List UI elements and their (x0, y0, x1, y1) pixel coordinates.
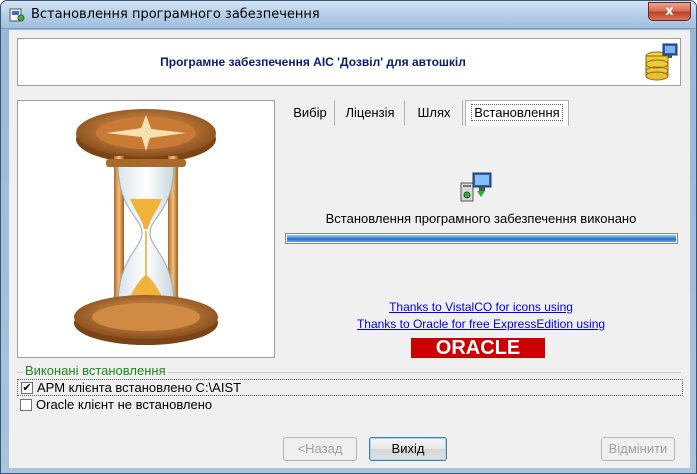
tab-path-label: Шлях (417, 105, 451, 120)
tab-install[interactable]: Встановлення (465, 100, 569, 126)
tab-license[interactable]: Ліцензія (335, 100, 405, 126)
tab-path[interactable]: Шлях (405, 100, 463, 126)
back-button[interactable]: <Назад (283, 437, 357, 461)
arm-client-checkbox[interactable]: ✔ (21, 382, 33, 394)
close-button[interactable]: x (648, 2, 691, 21)
oracle-logo[interactable]: ORACLE (411, 338, 545, 358)
database-icon (643, 42, 679, 82)
install-progress-bar (285, 233, 678, 244)
hourglass-image-panel (17, 100, 275, 358)
window-title: Встановлення програмного забезпечення (31, 7, 320, 22)
title-bar[interactable]: Встановлення програмного забезпечення x (1, 1, 696, 29)
oracle-client-checkbox[interactable] (20, 399, 32, 411)
install-status-text: Встановлення програмного забезпечення ви… (325, 211, 637, 226)
dialog-body: Програмне забезпечення АІС 'Дозвіл' для … (9, 30, 690, 468)
installer-computer-icon (459, 171, 493, 205)
tab-install-label: Встановлення (471, 104, 563, 121)
install-progress-fill (287, 235, 676, 242)
oracle-client-label: Oracle клієнт не встановлено (36, 397, 213, 412)
completed-item-oracle-client[interactable]: Oracle клієнт не встановлено (17, 397, 683, 414)
tab-choice-label: Вибір (293, 105, 327, 120)
completed-item-arm-client[interactable]: ✔ АРМ клієнта встановлено C:\AIST (17, 379, 683, 396)
vistalco-credit-link[interactable]: Thanks to VistalCO for icons using (285, 300, 677, 314)
arm-client-label: АРМ клієнта встановлено C:\AIST (37, 380, 242, 395)
header-panel: Програмне забезпечення АІС 'Дозвіл' для … (17, 38, 681, 86)
product-title: Програмне забезпечення АІС 'Дозвіл' для … (160, 55, 466, 69)
installer-window: Встановлення програмного забезпечення x … (0, 0, 697, 474)
completed-group-legend: Виконані встановлення (23, 363, 168, 378)
tab-choice[interactable]: Вибір (285, 100, 335, 126)
cancel-button[interactable]: Відмінити (601, 437, 675, 461)
tab-license-label: Ліцензія (345, 105, 395, 120)
exit-button[interactable]: Вихід (369, 437, 447, 461)
oracle-credit-link[interactable]: Thanks to Oracle for free ExpressEdition… (285, 317, 677, 331)
installer-app-icon (9, 7, 25, 23)
hourglass-icon (74, 109, 218, 345)
